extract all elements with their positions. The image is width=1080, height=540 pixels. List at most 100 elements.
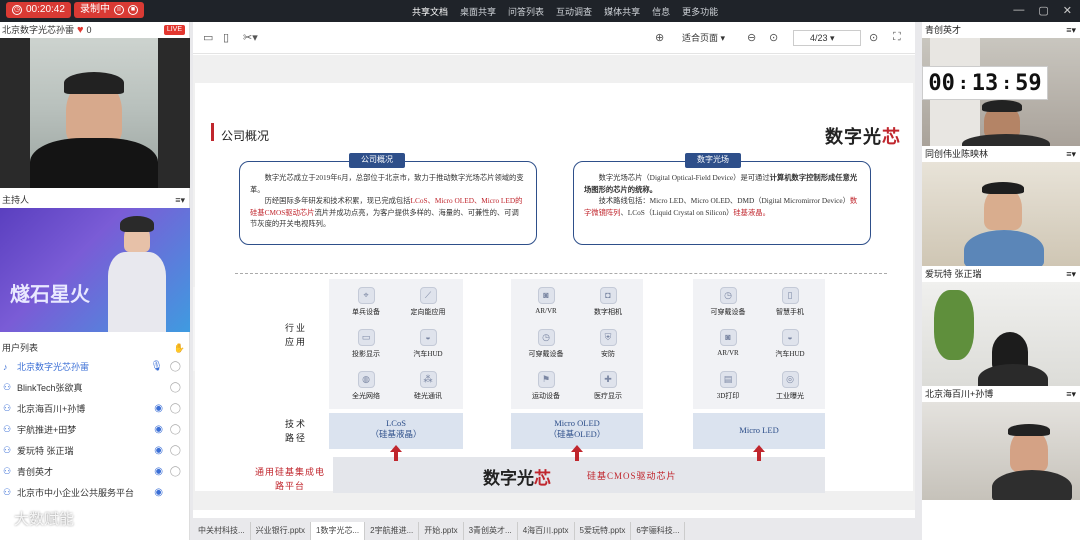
chat-icon[interactable]: ◯	[170, 445, 181, 456]
menu-icon[interactable]: ≡▾	[175, 192, 185, 208]
app-label: 全光网络	[352, 392, 380, 400]
doc-tab[interactable]: 4海百川.pptx	[518, 522, 575, 540]
printer-icon: ▤	[719, 371, 737, 388]
prev-page-icon[interactable]: ⊙	[769, 31, 778, 44]
list-item[interactable]: ⚇ 宇航推进+田梦 ◉ ◯	[0, 419, 189, 440]
list-item[interactable]: ♪ 北京数字光芯孙雷 🎙 ◯	[0, 356, 189, 377]
chat-icon[interactable]: ◯	[170, 424, 181, 435]
doc-tab[interactable]: 2宇航推进...	[365, 522, 420, 540]
camera-icon[interactable]: ◉	[154, 466, 163, 477]
chat-icon[interactable]: ◯	[170, 361, 181, 372]
stop-icon[interactable]: ■	[128, 5, 138, 15]
list-item[interactable]: ⚇ 青创英才 ◉ ◯	[0, 461, 189, 482]
doc-tab[interactable]: 5爱玩特.pptx	[575, 522, 632, 540]
menu-icon[interactable]: ≡▾	[1066, 266, 1076, 282]
tab-media-share[interactable]: 媒体共享	[604, 5, 640, 18]
tab-more[interactable]: 更多功能	[682, 5, 718, 18]
tab-survey[interactable]: 互动调查	[556, 5, 592, 18]
divider	[235, 273, 887, 274]
page-input[interactable]: 4/23 ▾	[793, 30, 861, 46]
doc-tab[interactable]: 开始.pptx	[419, 522, 464, 540]
camera-icon[interactable]: ◉	[154, 487, 163, 498]
presenter-name: 北京数字光芯孙雷	[2, 25, 75, 35]
list-item[interactable]: ⚇ 爱玩特 张正瑞 ◉ ◯	[0, 440, 189, 461]
tech-lcos: LCoS （硅基液晶）	[329, 413, 463, 449]
chat-icon[interactable]: ◯	[170, 466, 181, 477]
projector-icon: ▭	[357, 329, 375, 346]
tab-info[interactable]: 信息	[652, 5, 670, 18]
list-item[interactable]: ⚇ 北京海百川+孙博 ◉ ◯	[0, 398, 189, 419]
doc-tab[interactable]: 3青创英才...	[464, 522, 518, 540]
app-label: 医疗显示	[594, 392, 622, 400]
minimize-icon[interactable]: —	[1013, 4, 1024, 17]
recording-indicator[interactable]: 录制中 ıı ■	[74, 2, 144, 18]
app-group-1: ⌖ 单兵设备 ⟋ 定向能应用 ▭ 投影显示 ◒ 汽车HUD ◍ 全光网络 ⁂ 硅光通讯	[329, 279, 463, 409]
user-icon: ⚇	[3, 487, 12, 497]
menu-icon[interactable]: ≡▾	[1066, 22, 1076, 38]
menu-icon[interactable]: ≡▾	[1066, 386, 1076, 402]
list-item[interactable]: ⚇ 北京市中小企业公共服务平台 ◉	[0, 482, 189, 503]
user-name: 爱玩特 张正瑞	[17, 446, 74, 456]
lightfield-text: 、LCoS（Liquid Crystal on Silicon）	[620, 207, 734, 217]
shield-icon: ⛨	[599, 329, 617, 346]
pause-icon[interactable]: ıı	[114, 5, 124, 15]
participant-video-3[interactable]	[922, 282, 1080, 386]
doc-tab-active[interactable]: 1数字光芯...	[311, 522, 366, 540]
company-overview-box: 数字光芯成立于2019年6月，总部位于北京市，致力于推动数字光场芯片领域的变革。…	[239, 161, 537, 245]
tab-desktop-share[interactable]: 桌面共享	[460, 5, 496, 18]
fullscreen-icon[interactable]: ⛶	[893, 31, 901, 44]
mic-icon[interactable]: 🎙	[150, 361, 163, 372]
participant-name: 北京海百川+孙博	[925, 389, 994, 399]
folder-icon[interactable]: ▭	[203, 31, 213, 44]
chat-icon[interactable]: ◯	[170, 382, 181, 393]
file-icon[interactable]: ▯	[223, 31, 229, 44]
participant-video-2[interactable]	[922, 162, 1080, 266]
beam-icon: ⟋	[419, 287, 437, 304]
app-item: ⟋ 定向能应用	[399, 287, 457, 317]
like-count: 0	[86, 25, 92, 35]
timer-separator: :	[957, 72, 969, 94]
tab-qa-list[interactable]: 问答列表	[508, 5, 544, 18]
camera-icon[interactable]: ◉	[154, 445, 163, 456]
base-logo-text: 数字光	[483, 469, 534, 488]
row-label-applications: 行业应用	[284, 323, 307, 347]
user-list: ♪ 北京数字光芯孙雷 🎙 ◯ ⚇ BlinkTech张欲真 ◯ ⚇ 北京海百川+孙博 ◉ ◯ ⚇…	[0, 356, 189, 503]
timer-minutes: 13	[971, 70, 999, 96]
camera-icon[interactable]: ◉	[154, 424, 163, 435]
video-1-header: 青创英才 ≡▾	[922, 22, 1080, 38]
host-video[interactable]: 燧石星火	[0, 208, 190, 332]
app-label: 可穿戴设备	[710, 308, 746, 316]
participant-video-4[interactable]	[922, 402, 1080, 500]
sport-icon: ⚑	[537, 371, 555, 388]
hand-icon[interactable]: ✋	[174, 340, 185, 356]
user-icon: ⚇	[3, 382, 12, 392]
maximize-icon[interactable]: ▢	[1038, 4, 1048, 17]
tab-shared-doc[interactable]: 共享文档	[412, 5, 448, 18]
camera-icon[interactable]: ◉	[154, 403, 163, 414]
next-page-icon[interactable]: ⊙	[869, 31, 878, 44]
scissors-icon[interactable]: ✂▾	[243, 31, 258, 44]
doc-tab[interactable]: 中关村科技...	[193, 522, 251, 540]
chat-icon[interactable]: ◯	[170, 403, 181, 414]
list-item[interactable]: ⚇ BlinkTech张欲真 ◯	[0, 377, 189, 398]
doc-tab[interactable]: 6字骊科技...	[631, 522, 686, 540]
video-4-header: 北京海百川+孙博 ≡▾	[922, 386, 1080, 402]
doc-tab[interactable]: 兴业银行.pptx	[251, 522, 312, 540]
menu-icon[interactable]: ≡▾	[1066, 146, 1076, 162]
user-name: 青创英才	[17, 467, 54, 477]
heart-icon[interactable]: ♥	[77, 22, 84, 38]
presenter-header: 北京数字光芯孙雷 ♥ 0 LIVE	[0, 22, 189, 38]
base-platform: 数字光芯 硅基CMOS驱动芯片	[333, 457, 825, 493]
app-item: ✚ 医疗显示	[579, 371, 637, 401]
zoom-out-icon[interactable]: ⊖	[747, 31, 756, 44]
row-label-base-platform: 通用硅基集成电路平台	[254, 467, 325, 491]
close-icon[interactable]: ✕	[1063, 4, 1072, 17]
zoom-in-icon[interactable]: ⊕	[655, 31, 664, 44]
presenter-video[interactable]	[0, 38, 190, 188]
app-item: ◒ 汽车HUD	[399, 329, 457, 359]
tech-subname: （硅基OLED）	[548, 429, 606, 439]
window-controls: — ▢ ✕	[1013, 4, 1072, 17]
participant-name: 同创伟业陈映林	[925, 149, 989, 159]
overview-paragraph-2: 历经国际多年研发和技术积累，现已完成包括LCoS、Micro OLED、Micr…	[250, 195, 526, 230]
fit-select[interactable]: 适合页面 ▾	[679, 30, 739, 46]
